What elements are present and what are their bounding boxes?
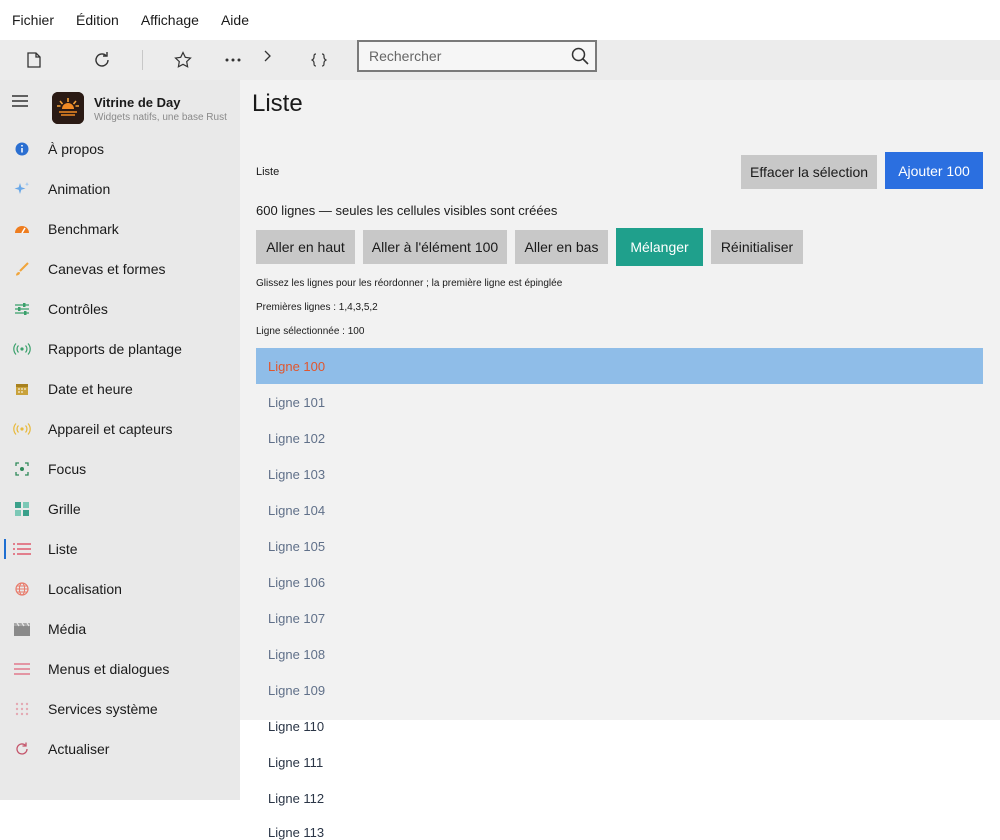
menu-aide[interactable]: Aide bbox=[221, 12, 249, 28]
scroll-top-button[interactable]: Aller en haut bbox=[256, 230, 355, 264]
sidebar-item-label: Grille bbox=[48, 501, 81, 517]
sidebar-item-focus[interactable]: Focus bbox=[0, 449, 240, 489]
list-row[interactable]: Ligne 110 bbox=[256, 708, 983, 744]
sidebar-item-label: Menus et dialogues bbox=[48, 661, 170, 677]
sidebar-item-services[interactable]: Services système bbox=[0, 689, 240, 729]
sidebar-item-media[interactable]: Média bbox=[0, 609, 240, 649]
sidebar-item-grille[interactable]: Grille bbox=[0, 489, 240, 529]
star-icon[interactable] bbox=[173, 50, 193, 70]
section-label: Liste bbox=[256, 166, 280, 178]
sidebar-item-label: À propos bbox=[48, 141, 105, 157]
sidebar-item-rapports[interactable]: Rapports de plantage bbox=[0, 329, 240, 369]
menu-affichage[interactable]: Affichage bbox=[141, 12, 199, 28]
clear-selection-button[interactable]: Effacer la sélection bbox=[741, 155, 877, 189]
gauge-icon bbox=[12, 219, 32, 239]
sidebar-item-label: Appareil et capteurs bbox=[48, 421, 173, 437]
scroll-bottom-button[interactable]: Aller en bas bbox=[515, 230, 608, 264]
search-box[interactable]: Rechercher bbox=[357, 40, 597, 72]
sidebar-item-menus[interactable]: Menus et dialogues bbox=[0, 649, 240, 689]
list-row[interactable]: Ligne 109 bbox=[256, 672, 983, 708]
list-icon bbox=[12, 539, 32, 559]
sidebar-item-label: Localisation bbox=[48, 581, 122, 597]
list-row[interactable]: Ligne 112 bbox=[256, 780, 983, 816]
sidebar-item-animation[interactable]: Animation bbox=[0, 169, 240, 209]
new-document-icon[interactable] bbox=[24, 50, 44, 70]
reset-button[interactable]: Réinitialiser bbox=[711, 230, 803, 264]
list-row[interactable]: Ligne 108 bbox=[256, 636, 983, 672]
sidebar-item-label: Services système bbox=[48, 701, 158, 717]
info-icon bbox=[12, 139, 32, 159]
list-row[interactable]: Ligne 104 bbox=[256, 492, 983, 528]
sidebar-item-appareil[interactable]: Appareil et capteurs bbox=[0, 409, 240, 449]
scroll-to-item-100-button[interactable]: Aller à l'élément 100 bbox=[363, 230, 507, 264]
menu-fichier[interactable]: Fichier bbox=[12, 12, 54, 28]
list-row[interactable]: Ligne 111 bbox=[256, 744, 983, 780]
sidebar: Vitrine de Day Widgets natifs, une base … bbox=[0, 80, 240, 800]
sidebar-item-localisation[interactable]: Localisation bbox=[0, 569, 240, 609]
app-title: Vitrine de Day bbox=[94, 95, 181, 110]
focus-icon bbox=[12, 459, 32, 479]
sidebar-item-a-propos[interactable]: À propos bbox=[0, 129, 240, 169]
list-row[interactable]: Ligne 105 bbox=[256, 528, 983, 564]
selected-row-text: Ligne sélectionnée : 100 bbox=[256, 326, 365, 337]
reorder-hint: Glissez les lignes pour les réordonner ;… bbox=[256, 278, 563, 289]
clapper-icon bbox=[12, 619, 32, 639]
sidebar-item-label: Rapports de plantage bbox=[48, 341, 182, 357]
search-icon[interactable] bbox=[565, 47, 595, 65]
app-logo bbox=[52, 92, 84, 124]
sidebar-item-liste[interactable]: Liste bbox=[0, 529, 240, 569]
shuffle-button[interactable]: Mélanger bbox=[616, 228, 703, 266]
sidebar-item-actualiser[interactable]: Actualiser bbox=[0, 729, 240, 769]
sidebar-item-label: Focus bbox=[48, 461, 87, 477]
toolbar-divider bbox=[142, 50, 143, 70]
sparkle-icon bbox=[12, 179, 32, 199]
sidebar-item-label: Liste bbox=[48, 541, 78, 557]
refresh-icon[interactable] bbox=[92, 50, 112, 70]
sidebar-item-label: Média bbox=[48, 621, 87, 637]
braces-icon[interactable] bbox=[309, 50, 329, 70]
sidebar-item-label: Animation bbox=[48, 181, 111, 197]
list-row[interactable]: Ligne 101 bbox=[256, 384, 983, 420]
list-row[interactable]: Ligne 102 bbox=[256, 420, 983, 456]
list-row[interactable]: Ligne 106 bbox=[256, 564, 983, 600]
first-rows-text: Premières lignes : 1,4,3,5,2 bbox=[256, 302, 378, 313]
sidebar-item-benchmark[interactable]: Benchmark bbox=[0, 209, 240, 249]
chevron-right-icon[interactable] bbox=[257, 46, 277, 66]
refresh-icon bbox=[12, 739, 32, 759]
list-row-selected[interactable]: Ligne 100 bbox=[256, 348, 983, 384]
grid-icon bbox=[12, 499, 32, 519]
add-100-button[interactable]: Ajouter 100 bbox=[885, 152, 983, 189]
sidebar-item-label: Contrôles bbox=[48, 301, 108, 317]
sidebar-item-label: Benchmark bbox=[48, 221, 119, 237]
sensor-icon bbox=[12, 419, 32, 439]
sidebar-item-label: Actualiser bbox=[48, 741, 110, 757]
menu-lines-icon bbox=[12, 659, 32, 679]
search-input[interactable]: Rechercher bbox=[359, 48, 565, 64]
list-row[interactable]: Ligne 107 bbox=[256, 600, 983, 636]
dots-grid-icon bbox=[12, 699, 32, 719]
sidebar-item-label: Canevas et formes bbox=[48, 261, 166, 277]
app-subtitle: Widgets natifs, une base Rust bbox=[94, 112, 227, 123]
hamburger-icon[interactable] bbox=[12, 94, 28, 112]
sliders-icon bbox=[12, 299, 32, 319]
more-icon[interactable] bbox=[223, 50, 243, 70]
brush-icon bbox=[12, 259, 32, 279]
list-row[interactable]: Ligne 113 bbox=[256, 816, 983, 840]
sidebar-item-controles[interactable]: Contrôles bbox=[0, 289, 240, 329]
menu-edition[interactable]: Édition bbox=[76, 12, 119, 28]
globe-icon bbox=[12, 579, 32, 599]
sidebar-item-date[interactable]: Date et heure bbox=[0, 369, 240, 409]
sidebar-item-label: Date et heure bbox=[48, 381, 133, 397]
page-title: Liste bbox=[252, 90, 303, 117]
calendar-icon bbox=[12, 379, 32, 399]
broadcast-icon bbox=[12, 339, 32, 359]
sidebar-item-canevas[interactable]: Canevas et formes bbox=[0, 249, 240, 289]
row-count-text: 600 lignes — seules les cellules visible… bbox=[256, 203, 558, 218]
menu-bar: Fichier Édition Affichage Aide bbox=[0, 0, 1000, 40]
list-row[interactable]: Ligne 103 bbox=[256, 456, 983, 492]
